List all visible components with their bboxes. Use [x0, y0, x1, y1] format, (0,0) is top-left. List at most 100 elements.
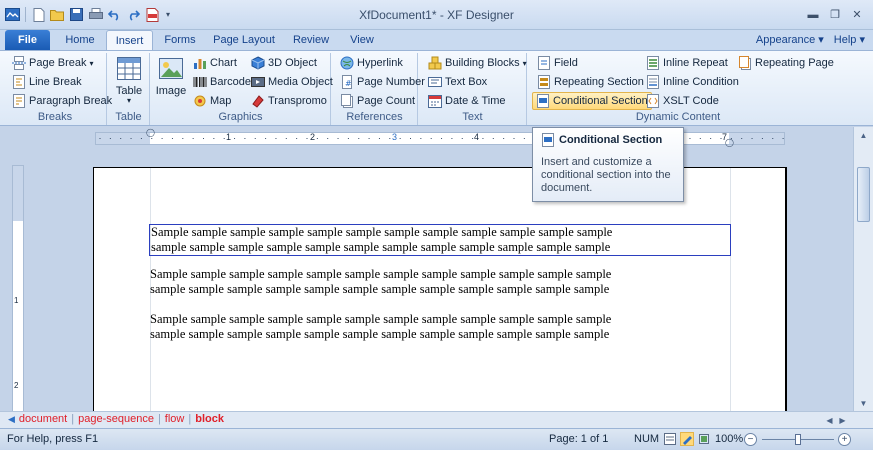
zoom-knob[interactable] — [795, 434, 801, 445]
paragraph-line: sample sample sample sample sample sampl… — [151, 240, 611, 254]
barcode-label: Barcode — [210, 76, 251, 88]
text-box-icon — [428, 75, 442, 89]
breadcrumb-item-page-sequence[interactable]: page-sequence — [78, 413, 154, 425]
tooltip-title: Conditional Section — [541, 133, 675, 147]
inline-repeat-label: Inline Repeat — [663, 57, 728, 69]
cube-icon — [251, 56, 265, 70]
view-web-layout-icon[interactable] — [697, 432, 711, 446]
date-time-button[interactable]: Date & Time — [424, 92, 510, 110]
transpromo-icon — [251, 94, 265, 108]
chart-icon — [193, 56, 207, 70]
breadcrumb-item-block[interactable]: block — [195, 413, 224, 425]
vertical-ruler[interactable]: 1 2 — [12, 165, 24, 411]
zoom-in-icon[interactable]: + — [838, 433, 851, 446]
group-table: Table ▾ Table — [108, 53, 150, 125]
page-break-button[interactable]: Page Break ▾ — [8, 54, 98, 72]
scroll-thumb[interactable] — [857, 167, 870, 222]
xslt-code-icon — [646, 94, 660, 108]
group-breaks: Page Break ▾ Line Break Paragraph Break … — [4, 53, 112, 125]
repeating-page-label: Repeating Page — [755, 57, 834, 69]
ribbon-right-menus: Appearance ▾ Help ▾ — [756, 33, 865, 46]
breadcrumb-left-icon[interactable]: ◀ — [8, 414, 15, 425]
paragraph-break-label: Paragraph Break — [29, 95, 113, 107]
paragraph-break-button[interactable]: Paragraph Break — [8, 92, 116, 110]
inline-condition-label: Inline Condition — [663, 76, 739, 88]
appearance-label: Appearance — [755, 34, 816, 46]
table-button[interactable]: Table ▾ — [110, 55, 148, 105]
tab-file[interactable]: File — [5, 30, 50, 50]
barcode-icon — [193, 75, 207, 89]
inline-repeat-button[interactable]: Inline Repeat — [642, 54, 732, 72]
3d-object-button[interactable]: 3D Object — [247, 54, 321, 72]
scroll-right-icon[interactable]: ▶ — [836, 413, 849, 427]
chevron-down-icon: ▾ — [89, 58, 94, 68]
text-box-button[interactable]: Text Box — [424, 73, 491, 91]
date-time-label: Date & Time — [445, 95, 506, 107]
document-workspace[interactable]: 1 2 3 4 5 6 7 ◯ ◯ 1 2 Sample sample samp… — [0, 127, 853, 411]
tab-view[interactable]: View — [342, 30, 382, 50]
tab-insert[interactable]: Insert — [106, 30, 153, 51]
media-object-button[interactable]: Media Object — [247, 73, 337, 91]
vertical-scrollbar[interactable]: ▲ ▼ — [853, 127, 873, 411]
appearance-menu[interactable]: Appearance ▾ — [756, 33, 824, 46]
help-menu[interactable]: Help ▾ — [834, 33, 865, 46]
page-number-button[interactable]: # Page Number — [336, 73, 429, 91]
table-icon — [114, 55, 144, 83]
conditional-section-button[interactable]: Conditional Section — [532, 92, 652, 110]
conditional-section-icon — [536, 94, 550, 108]
paragraph-line: Sample sample sample sample sample sampl… — [150, 267, 612, 281]
right-indent-marker[interactable]: ◯ — [725, 138, 734, 147]
tooltip-title-text: Conditional Section — [559, 134, 663, 146]
line-break-button[interactable]: Line Break — [8, 73, 86, 91]
group-label-graphics: Graphics — [218, 111, 263, 123]
tab-review[interactable]: Review — [285, 30, 337, 50]
building-blocks-button[interactable]: Building Blocks ▾ — [424, 54, 531, 72]
breadcrumb-item-flow[interactable]: flow — [165, 413, 185, 425]
scroll-up-icon[interactable]: ▲ — [854, 127, 873, 143]
calendar-icon — [428, 94, 442, 108]
repeating-section-button[interactable]: Repeating Section — [533, 73, 648, 91]
chart-label: Chart — [210, 57, 237, 69]
chart-button[interactable]: Chart — [189, 54, 241, 72]
zoom-out-icon[interactable]: − — [744, 433, 757, 446]
repeating-page-button[interactable]: Repeating Page — [734, 54, 838, 72]
scroll-left-icon[interactable]: ◀ — [823, 413, 836, 427]
media-object-icon — [251, 75, 265, 89]
left-indent-marker[interactable]: ◯ — [146, 128, 155, 137]
map-button[interactable]: Map — [189, 92, 235, 110]
minimize-icon[interactable]: ▬ — [803, 6, 823, 23]
close-icon[interactable]: ✕ — [847, 6, 867, 23]
inline-condition-button[interactable]: Inline Condition — [642, 73, 743, 91]
zoom-slider[interactable]: − + — [744, 433, 852, 447]
transpromo-label: Transpromo — [268, 95, 327, 107]
field-button[interactable]: Field — [533, 54, 582, 72]
transpromo-button[interactable]: Transpromo — [247, 92, 331, 110]
tab-forms[interactable]: Forms — [158, 30, 202, 50]
page-break-icon — [12, 56, 26, 70]
conditional-section-label: Conditional Section — [553, 95, 648, 107]
scroll-down-icon[interactable]: ▼ — [854, 395, 873, 411]
barcode-button[interactable]: Barcode — [189, 73, 255, 91]
repeating-section-label: Repeating Section — [554, 76, 644, 88]
tab-home[interactable]: Home — [58, 30, 102, 50]
xslt-code-button[interactable]: XSLT Code — [642, 92, 723, 110]
page-count-icon — [340, 94, 354, 108]
tab-page-layout[interactable]: Page Layout — [210, 30, 278, 50]
vruler-label-1: 1 — [14, 296, 19, 305]
zoom-level-text: 100% — [715, 433, 744, 445]
paragraph-block[interactable]: Sample sample sample sample sample sampl… — [150, 267, 735, 297]
repeating-section-icon — [537, 75, 551, 89]
restore-icon[interactable]: ❐ — [825, 6, 845, 23]
image-button[interactable]: Image — [153, 55, 189, 97]
building-blocks-label: Building Blocks — [445, 57, 520, 69]
view-normal-icon[interactable] — [663, 432, 677, 446]
view-print-layout-icon[interactable] — [680, 432, 694, 446]
hyperlink-button[interactable]: Hyperlink — [336, 54, 407, 72]
document-page[interactable]: Sample sample sample sample sample sampl… — [93, 167, 787, 411]
paragraph-block-selected[interactable]: Sample sample sample sample sample sampl… — [149, 224, 731, 256]
paragraph-block[interactable]: Sample sample sample sample sample sampl… — [150, 312, 735, 342]
page-count-button[interactable]: Page Count — [336, 92, 419, 110]
breadcrumb-separator: | — [157, 413, 161, 425]
breadcrumb-item-document[interactable]: document — [19, 413, 67, 425]
hscroll-arrows: ◀ ▶ — [823, 413, 849, 427]
